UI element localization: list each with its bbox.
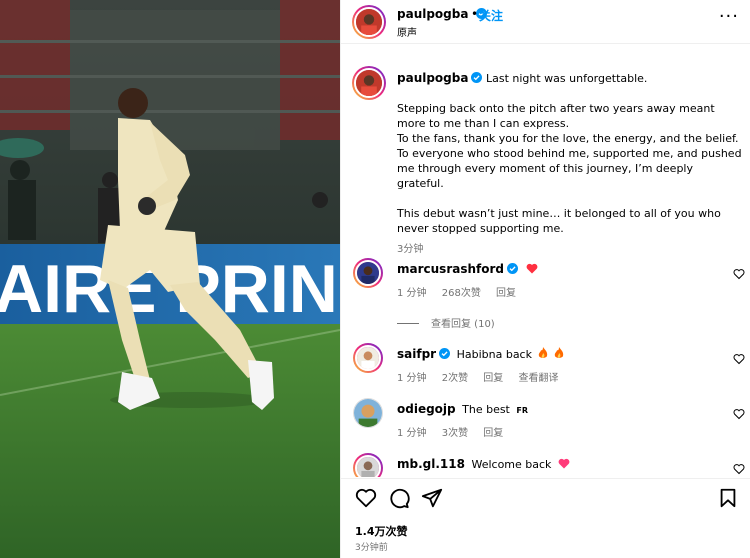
see-translation-button[interactable]: 查看翻译: [518, 373, 558, 384]
post-actions: 1.4万次赞 3分钟前: [341, 478, 750, 558]
like-comment-icon[interactable]: [733, 268, 745, 280]
commenter-avatar[interactable]: [353, 343, 383, 373]
like-comment-icon[interactable]: [733, 463, 745, 475]
caption-line-4: To the fans, thank you for the love, the…: [397, 132, 742, 190]
save-bookmark-icon[interactable]: [717, 487, 739, 509]
caption-username[interactable]: paulpogba: [397, 71, 468, 85]
post-panel: paulpogba • 关注 原声 ··· paulpogba Last nig…: [340, 0, 750, 558]
like-comment-icon[interactable]: [733, 353, 745, 365]
author-username-text[interactable]: paulpogba: [397, 7, 468, 21]
view-replies-button[interactable]: 查看回复 (10): [397, 315, 495, 330]
caption-time: 3分钟: [397, 244, 424, 255]
commenter-avatar[interactable]: [353, 398, 383, 428]
reply-button[interactable]: 回复: [483, 428, 503, 439]
post-header: paulpogba • 关注 原声 ···: [341, 0, 750, 44]
share-icon[interactable]: [421, 487, 443, 509]
comment-likes[interactable]: 3次赞: [442, 428, 468, 439]
post-media[interactable]: AIRE PRIN: [0, 0, 340, 558]
verified-icon: [471, 72, 483, 83]
author-avatar[interactable]: [352, 5, 386, 39]
comment-item: mb.gl.118 Welcome back: [341, 453, 750, 477]
verified-icon: [439, 348, 451, 359]
commenter-username[interactable]: marcusrashford: [397, 262, 504, 276]
post-image: AIRE PRIN: [0, 0, 340, 558]
comment-text: Habibna back: [456, 348, 532, 361]
commenter-username[interactable]: odiegojp: [397, 402, 456, 416]
view-replies-label[interactable]: 查看回复 (10): [431, 319, 495, 330]
flag-fr-emoji: FR: [516, 406, 528, 415]
audio-label[interactable]: 原声: [397, 24, 417, 39]
caption-line-6: This debut wasn’t just mine… it belonged…: [397, 207, 721, 235]
post-time[interactable]: 3分钟前: [355, 540, 388, 553]
comment-meta: 1 分钟 2次赞 回复 查看翻译: [397, 369, 570, 384]
verified-icon: [507, 263, 518, 274]
commenter-username[interactable]: mb.gl.118: [397, 457, 465, 471]
comment-text: Welcome back: [471, 458, 552, 471]
follow-button[interactable]: 关注: [479, 7, 503, 24]
commenter-avatar[interactable]: [353, 453, 383, 477]
header-separator: •: [471, 7, 479, 21]
comment-icon[interactable]: [388, 487, 410, 509]
more-options-icon[interactable]: ···: [719, 8, 739, 26]
commenter-avatar[interactable]: [353, 258, 383, 288]
pink-heart-emoji-icon: [558, 458, 570, 469]
caption-avatar[interactable]: [352, 66, 386, 100]
comment-likes[interactable]: 268次赞: [442, 288, 481, 299]
like-comment-icon[interactable]: [733, 408, 745, 420]
comment-likes[interactable]: 2次赞: [442, 373, 468, 384]
caption-text: paulpogba Last night was unforgettable. …: [397, 71, 742, 257]
red-heart-emoji-icon: [526, 263, 537, 274]
fire-emoji-icon: [539, 347, 548, 358]
fire-emoji-icon: [554, 347, 564, 358]
comment-meta: 1 分钟 3次赞 回复: [397, 424, 515, 439]
comment-text: The best: [462, 403, 510, 416]
caption-line-3: Stepping back onto the pitch after two y…: [397, 102, 715, 130]
comment-time: 1 分钟: [397, 373, 427, 384]
comment-time: 1 分钟: [397, 428, 427, 439]
reply-button[interactable]: 回复: [496, 288, 516, 299]
reply-button[interactable]: 回复: [483, 373, 503, 384]
caption-line-1: Last night was unforgettable.: [485, 72, 648, 85]
comment-meta: 1 分钟 268次赞 回复: [397, 284, 528, 299]
comment-time: 1 分钟: [397, 288, 427, 299]
like-icon[interactable]: [355, 487, 377, 509]
commenter-username[interactable]: saifpr: [397, 347, 436, 361]
likes-count[interactable]: 1.4万次赞: [355, 523, 408, 539]
